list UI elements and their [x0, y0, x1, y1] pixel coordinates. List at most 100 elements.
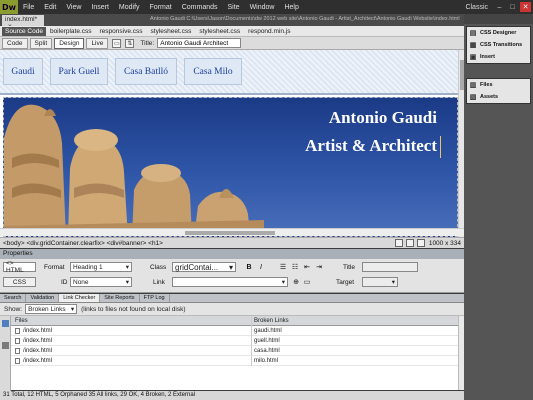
tablet-size-icon[interactable] [405, 239, 414, 247]
panel-label: CSS Designer [480, 30, 517, 36]
file-management-icon[interactable]: ⇅ [125, 38, 135, 48]
menu-help[interactable]: Help [279, 4, 303, 11]
split-view-button[interactable]: Split [29, 37, 53, 49]
tag-path[interactable]: <body> <div.gridContainer.clearfix> <div… [0, 240, 163, 247]
menu-format[interactable]: Format [145, 4, 177, 11]
file-cell: /index.html [11, 327, 251, 334]
file-name: /index.html [23, 347, 53, 354]
bold-button[interactable]: B [244, 262, 254, 272]
broken-links-table: Files Broken Links /index.html gaudi.htm… [11, 315, 458, 390]
broken-link-cell[interactable]: casa.html [251, 345, 458, 356]
unordered-list-icon[interactable]: ☰ [278, 262, 288, 272]
document-tab-label: index.html* [5, 16, 38, 23]
related-file-boilerplate[interactable]: boilerplate.css [46, 28, 96, 35]
nav-link-gaudi[interactable]: Gaudi [3, 58, 43, 85]
assets-icon: ▧ [469, 94, 477, 101]
window-size[interactable]: 1000 x 334 [429, 240, 461, 247]
file-name: /index.html [23, 327, 53, 334]
related-file-responsive[interactable]: responsive.css [96, 28, 147, 35]
close-window-button[interactable]: ✕ [520, 2, 531, 12]
menu-modify[interactable]: Modify [114, 4, 145, 11]
panel-insert[interactable]: ▣ Insert [467, 51, 530, 63]
link-check-summary: 31 Total, 12 HTML, 5 Orphaned 35 All lin… [0, 391, 464, 400]
save-report-icon[interactable] [2, 342, 9, 349]
heading-line-1[interactable]: Antonio Gaudi [329, 108, 437, 128]
desktop-size-icon[interactable] [416, 239, 425, 247]
outdent-icon[interactable]: ⇤ [302, 262, 312, 272]
heading-line-2[interactable]: Artist & Architect [305, 136, 437, 156]
panel-assets[interactable]: ▧ Assets [467, 91, 530, 103]
code-view-button[interactable]: Code [2, 37, 28, 49]
html-properties-button[interactable]: <> HTML [3, 260, 36, 274]
show-note: (links to files not found on local disk) [81, 305, 186, 313]
show-value: Broken Links [28, 305, 66, 313]
panel-css-designer[interactable]: ▤ CSS Designer [467, 27, 530, 39]
point-to-file-icon[interactable]: ⊕ [291, 277, 301, 287]
table-row[interactable]: /index.html casa.html [11, 345, 458, 356]
menu-file[interactable]: File [18, 4, 39, 11]
document-tab[interactable]: index.html* × [2, 15, 44, 30]
tab-link-checker[interactable]: Link Checker [59, 294, 101, 302]
format-select[interactable]: Heading 1 ▾ [70, 262, 132, 272]
panel-css-transitions[interactable]: ▦ CSS Transitions [467, 39, 530, 51]
tab-ftp-log[interactable]: FTP Log [140, 294, 170, 302]
menu-window[interactable]: Window [245, 4, 280, 11]
file-icon [15, 327, 20, 334]
browse-folder-icon[interactable]: ▭ [302, 277, 312, 287]
maximize-button[interactable]: □ [507, 2, 518, 12]
broken-link-cell[interactable]: milo.html [251, 355, 458, 366]
panel-label: Insert [480, 54, 495, 60]
menu-commands[interactable]: Commands [177, 4, 223, 11]
design-view[interactable]: Gaudi Park Guell Casa Batlló Casa Milo A… [0, 50, 464, 237]
design-horizontal-scrollbar[interactable] [0, 228, 464, 236]
indent-icon[interactable]: ⇥ [314, 262, 324, 272]
banner[interactable]: Antonio Gaudi Artist & Architect [3, 97, 458, 237]
menu-site[interactable]: Site [223, 4, 245, 11]
tab-validation[interactable]: Validation [26, 294, 60, 302]
css-properties-button[interactable]: CSS [3, 277, 36, 287]
column-header-files[interactable]: Files [11, 318, 251, 324]
column-header-broken-links[interactable]: Broken Links [251, 315, 458, 326]
scrollbar-thumb[interactable] [185, 231, 275, 235]
nav-link-casa-milo[interactable]: Casa Milo [184, 58, 242, 85]
properties-panel-header[interactable]: Properties [0, 249, 464, 259]
source-code-tab[interactable]: Source Code [2, 26, 46, 36]
title-field-input[interactable] [362, 262, 418, 272]
mobile-size-icon[interactable] [394, 239, 403, 247]
panel-files[interactable]: ▥ Files [467, 79, 530, 91]
file-icon [15, 357, 20, 364]
insert-icon: ▣ [469, 54, 477, 61]
nav-link-casa-batllo[interactable]: Casa Batlló [115, 58, 177, 85]
class-select[interactable]: gridContai... ▾ [172, 262, 236, 272]
live-view-button[interactable]: Live [86, 37, 109, 49]
dock-header[interactable] [464, 14, 533, 24]
menu-view[interactable]: View [61, 4, 86, 11]
id-select[interactable]: None ▾ [70, 277, 132, 287]
text-cursor [440, 136, 441, 158]
broken-link-cell[interactable]: guell.html [251, 335, 458, 346]
target-select[interactable]: ▾ [362, 277, 398, 287]
show-select[interactable]: Broken Links ▾ [25, 304, 78, 314]
design-view-button[interactable]: Design [54, 37, 85, 49]
italic-button[interactable]: I [256, 262, 266, 272]
nav-link-park-guell[interactable]: Park Guell [50, 58, 108, 85]
table-row[interactable]: /index.html milo.html [11, 355, 458, 366]
table-row[interactable]: /index.html guell.html [11, 335, 458, 346]
menu-insert[interactable]: Insert [86, 4, 114, 11]
table-row[interactable]: /index.html gaudi.html [11, 325, 458, 336]
tab-search[interactable]: Search [0, 294, 27, 302]
format-label: Format [44, 264, 65, 271]
tab-site-reports[interactable]: Site Reports [100, 294, 140, 302]
related-file-stylesheet[interactable]: stylesheet.css [147, 28, 196, 35]
check-links-icon[interactable] [2, 320, 9, 327]
ordered-list-icon[interactable]: ☷ [290, 262, 300, 272]
link-input[interactable]: ▾ [172, 277, 288, 287]
workspace-switcher[interactable]: Classic [461, 4, 492, 11]
minimize-button[interactable]: – [494, 2, 505, 12]
related-file-respond[interactable]: respond.min.js [244, 28, 294, 35]
related-file-stylesheet-2[interactable]: stylesheet.css [195, 28, 244, 35]
multiscreen-icon[interactable]: ▭ [112, 38, 122, 48]
title-input[interactable] [157, 38, 242, 48]
broken-link-cell[interactable]: gaudi.html [251, 325, 458, 336]
menu-edit[interactable]: Edit [39, 4, 61, 11]
